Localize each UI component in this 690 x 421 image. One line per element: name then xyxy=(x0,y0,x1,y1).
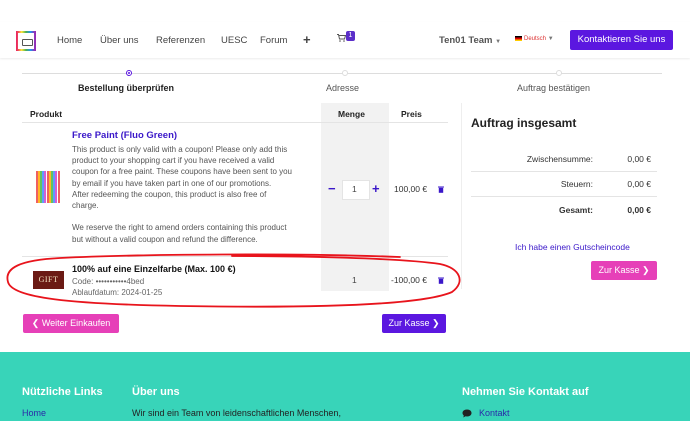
footer-links-heading: Nützliche Links xyxy=(22,386,103,398)
header-product: Produkt xyxy=(30,109,63,119)
step-dot-active xyxy=(126,70,132,76)
description-line: coupon for a free paint. These coupons h… xyxy=(72,167,293,177)
increase-quantity-button[interactable]: + xyxy=(372,181,380,196)
language-label: Deutsch xyxy=(524,36,547,43)
tax-label: Steuern: xyxy=(560,179,593,189)
decrease-quantity-button[interactable]: − xyxy=(328,181,336,196)
product-thumbnail[interactable] xyxy=(36,171,60,203)
product-description: This product is only valid with a coupon… xyxy=(72,144,317,245)
description-line: product to your shopping cart if you hav… xyxy=(72,156,275,166)
site-logo[interactable] xyxy=(16,31,36,51)
language-selector[interactable]: Deutsch ▼ xyxy=(515,36,554,42)
description-line: We reserve the right to amend orders con… xyxy=(72,223,287,233)
red-annotation-circle xyxy=(6,253,461,308)
cart-icon[interactable] xyxy=(337,34,346,42)
description-line: After redeeming the coupon, this product… xyxy=(72,189,267,199)
footer-about-text: Wir sind ein Team von leidenschaftlichen… xyxy=(132,408,341,418)
nav-link-home[interactable]: Home xyxy=(57,35,82,46)
chevron-down-icon: ▼ xyxy=(547,36,554,43)
nav-plus-icon[interactable]: + xyxy=(303,32,311,47)
tax-value: 0,00 € xyxy=(627,179,651,189)
product-name-link[interactable]: Free Paint (Fluo Green) xyxy=(72,130,177,141)
checkout-button[interactable]: Zur Kasse ❯ xyxy=(382,314,446,333)
footer-link-home[interactable]: Home xyxy=(22,408,46,418)
coupon-code-link[interactable]: Ich habe einen Gutscheincode xyxy=(515,242,630,252)
summary-title: Auftrag insgesamt xyxy=(471,116,577,130)
chat-bubble-icon xyxy=(462,409,472,418)
chevron-down-icon: ▼ xyxy=(495,39,502,45)
footer-contact-heading: Nehmen Sie Kontakt auf xyxy=(462,386,589,398)
quantity-value: 1 xyxy=(352,184,357,194)
nav-link-references[interactable]: Referenzen xyxy=(156,35,205,46)
total-value: 0,00 € xyxy=(627,205,651,215)
nav-link-uesc[interactable]: UESC xyxy=(221,35,247,46)
description-line: charge. xyxy=(72,201,99,211)
step-confirm-order: Auftrag bestätigen xyxy=(517,83,591,93)
step-dot xyxy=(342,70,348,76)
subtotal-label: Zwischensumme: xyxy=(526,154,593,164)
subtotal-value: 0,00 € xyxy=(627,154,651,164)
team-dropdown[interactable]: Ten01 Team ▼ xyxy=(439,35,501,46)
description-line: but without a valid coupon and refund th… xyxy=(72,234,258,244)
divider xyxy=(471,171,657,172)
summary-checkout-label: Zur Kasse xyxy=(598,265,640,275)
chevron-left-icon: ❮ xyxy=(31,318,40,328)
continue-shopping-label: Weiter Einkaufen xyxy=(41,318,111,328)
continue-shopping-button[interactable]: ❮ Weiter Einkaufen xyxy=(23,314,119,333)
header-quantity: Menge xyxy=(338,109,365,119)
flag-de-icon xyxy=(515,36,522,41)
chevron-right-icon: ❯ xyxy=(641,265,650,275)
nav-link-forum[interactable]: Forum xyxy=(260,35,287,46)
footer-contact-link[interactable]: Kontakt xyxy=(479,408,510,418)
checkout-label: Zur Kasse xyxy=(388,318,430,328)
total-label: Gesamt: xyxy=(558,205,593,215)
team-name: Ten01 Team xyxy=(439,35,493,46)
cart-count-badge: 1 xyxy=(346,31,355,41)
step-review-order: Bestellung überprüfen xyxy=(78,83,175,93)
footer-about-heading: Über uns xyxy=(132,386,180,398)
description-line: This product is only valid with a coupon… xyxy=(72,145,288,154)
contact-us-button[interactable]: Kontaktieren Sie uns xyxy=(570,30,673,50)
header-price: Preis xyxy=(401,109,422,119)
divider xyxy=(22,122,448,123)
description-line: by email if you have taken part in one o… xyxy=(72,178,272,188)
divider xyxy=(471,196,657,197)
trash-icon[interactable] xyxy=(438,186,444,193)
step-address: Adresse xyxy=(326,83,360,93)
line-price: 100,00 € xyxy=(394,184,428,194)
chevron-right-icon: ❯ xyxy=(431,318,440,328)
step-dot xyxy=(556,70,562,76)
nav-link-about[interactable]: Über uns xyxy=(100,35,139,46)
summary-checkout-button[interactable]: Zur Kasse ❯ xyxy=(591,261,657,280)
